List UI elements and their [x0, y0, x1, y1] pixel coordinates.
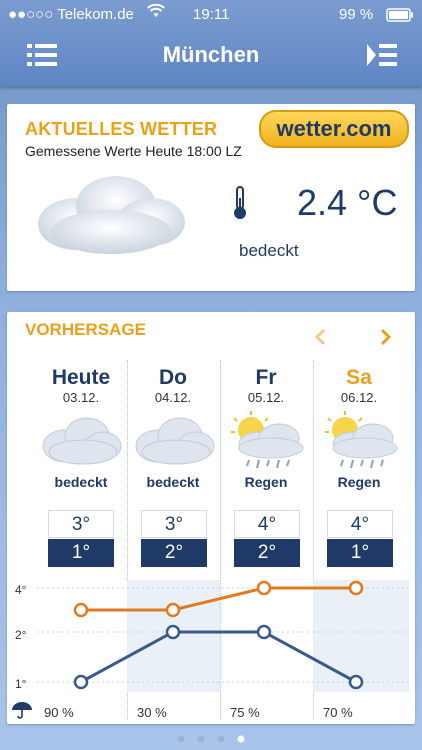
- min-temp: 1°: [327, 539, 393, 567]
- day-date: 03.12.: [62, 390, 100, 405]
- next-arrow-icon[interactable]: [380, 328, 392, 351]
- y-tick-label: 4°: [15, 583, 27, 597]
- current-heading: AKTUELLES WETTER: [25, 119, 218, 139]
- thermometer-icon: [232, 186, 248, 225]
- day-condition: Regen: [244, 474, 288, 490]
- page-indicator[interactable]: [176, 731, 246, 743]
- cloud-icon: [31, 166, 191, 267]
- day-condition: Regen: [337, 474, 381, 490]
- day-name: Fr: [255, 366, 277, 389]
- forecast-day-1[interactable]: Do 04.12.: [127, 366, 219, 405]
- max-temp: 3°: [48, 510, 114, 538]
- page-title: München: [162, 42, 260, 67]
- data-point: [348, 580, 364, 596]
- clock: 19:11: [193, 6, 230, 23]
- min-temp: 1°: [48, 539, 114, 567]
- min-temp: 2°: [234, 539, 300, 567]
- day-condition: bedeckt: [146, 474, 200, 490]
- data-point: [165, 602, 181, 618]
- day-date: 04.12.: [154, 390, 192, 405]
- cloud-icon: [39, 412, 123, 477]
- precipitation-value: 75 %: [230, 705, 260, 720]
- max-temp: 3°: [141, 510, 207, 538]
- forecast-day-0[interactable]: Heute 03.12.: [35, 366, 127, 405]
- max-temp: 4°: [234, 510, 300, 538]
- y-tick-label: 1°: [15, 677, 27, 691]
- day-name: Sa: [346, 366, 372, 389]
- forecast-day-2[interactable]: Fr 05.12.: [220, 366, 312, 405]
- day-date: 06.12.: [340, 390, 378, 405]
- list-toggle-icon[interactable]: [367, 44, 397, 71]
- prev-arrow-icon[interactable]: [314, 328, 326, 351]
- umbrella-icon: [11, 701, 33, 724]
- battery-label: 99 %: [339, 6, 374, 23]
- data-point: [256, 580, 272, 596]
- precipitation-value: 30 %: [137, 705, 167, 720]
- wifi-icon: [147, 3, 165, 23]
- temperature-chart: [37, 580, 409, 692]
- data-point: [73, 674, 89, 690]
- min-temp: 2°: [141, 539, 207, 567]
- current-weather-card: AKTUELLES WETTER Gemessene Werte Heute 1…: [7, 104, 415, 291]
- forecast-day-3[interactable]: Sa 06.12.: [313, 366, 405, 405]
- precipitation-value: 70 %: [323, 705, 353, 720]
- day-condition: bedeckt: [54, 474, 108, 490]
- current-condition: bedeckt: [239, 241, 299, 260]
- sun-rain-icon: [225, 410, 309, 477]
- data-point: [256, 624, 272, 640]
- data-point: [348, 674, 364, 690]
- cloud-icon: [132, 412, 216, 477]
- carrier-label: ●●○○○ Telekom.de: [8, 6, 134, 23]
- day-date: 05.12.: [247, 390, 285, 405]
- sun-rain-icon: [319, 410, 403, 477]
- battery-icon: [386, 8, 414, 27]
- y-tick-label: 2°: [15, 628, 27, 642]
- data-point: [165, 624, 181, 640]
- measurement-time: Gemessene Werte Heute 18:00 LZ: [25, 143, 242, 159]
- data-point: [73, 602, 89, 618]
- forecast-heading: VORHERSAGE: [25, 320, 146, 339]
- chart-band: [313, 580, 409, 692]
- max-temp: 4°: [327, 510, 393, 538]
- top-bar: ●●○○○ Telekom.de 19:11 99 % München: [0, 0, 422, 86]
- precipitation-value: 90 %: [44, 705, 74, 720]
- day-name: Do: [159, 366, 187, 389]
- current-temperature: 2.4 °C: [297, 182, 398, 223]
- wettercom-logo[interactable]: wetter.com: [259, 110, 409, 148]
- forecast-card: VORHERSAGE Heute 03.12. Do 04.12. Fr 05.…: [7, 312, 415, 724]
- day-name: Heute: [51, 366, 111, 389]
